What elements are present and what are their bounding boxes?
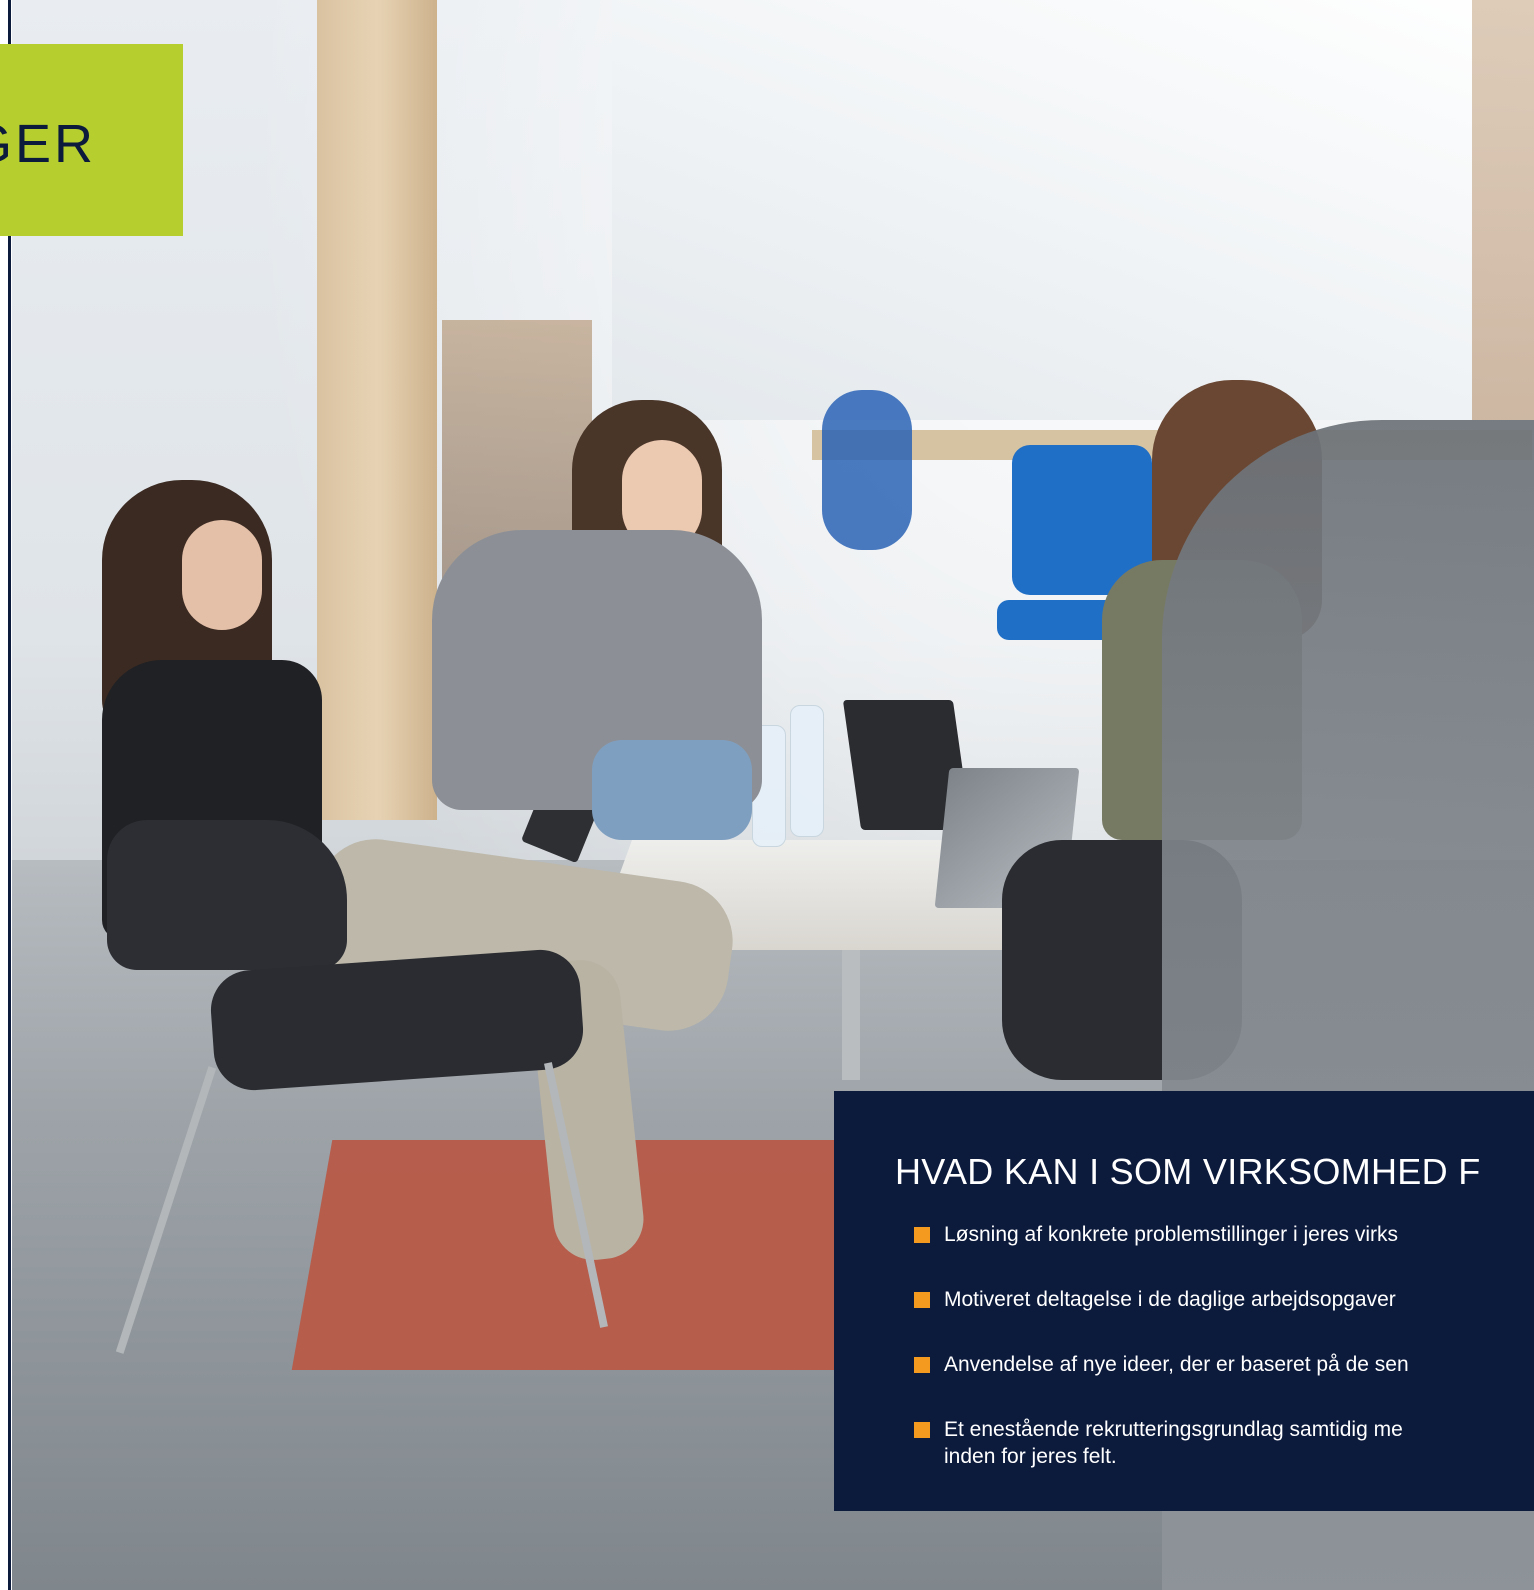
list-item-text: Motiveret deltagelse i de daglige arbejd…: [944, 1288, 1396, 1311]
water-bottle: [790, 705, 824, 837]
window-light: [612, 0, 1534, 420]
panel-title: HVAD KAN I SOM VIRKSOMHED F: [895, 1151, 1481, 1192]
orange-square-bullet-icon: [914, 1292, 930, 1308]
chair-left-back: [107, 820, 347, 970]
list-item: Anvendelse af nye ideer, der er baseret …: [914, 1351, 1409, 1378]
person-left-face: [182, 520, 262, 630]
list-item-text: Anvendelse af nye ideer, der er baseret …: [944, 1353, 1409, 1376]
page: GER HVAD KAN I SOM VIRKSOMHED F Løsning …: [0, 0, 1534, 1590]
list-item-text: Løsning af konkrete problemstillinger i …: [944, 1223, 1399, 1246]
list-item-text-continued: inden for jeres felt.: [944, 1445, 1117, 1468]
list-item-text: Et enestående rekrutteringsgrundlag samt…: [944, 1418, 1403, 1441]
benefits-panel: HVAD KAN I SOM VIRKSOMHED F Løsning af k…: [834, 1091, 1534, 1511]
list-item: Motiveret deltagelse i de daglige arbejd…: [914, 1286, 1409, 1313]
orange-square-bullet-icon: [914, 1227, 930, 1243]
section-label: GER: [0, 114, 97, 174]
list-item: Løsning af konkrete problemstillinger i …: [914, 1221, 1409, 1248]
left-border-rule: [8, 0, 11, 1590]
wooden-column: [317, 0, 437, 820]
orange-square-bullet-icon: [914, 1357, 930, 1373]
table-leg: [842, 950, 860, 1080]
list-item: Et enestående rekrutteringsgrundlag samt…: [914, 1416, 1409, 1470]
benefits-list: Løsning af konkrete problemstillinger i …: [914, 1221, 1409, 1508]
orange-square-bullet-icon: [914, 1422, 930, 1438]
blue-chair-seat: [997, 600, 1117, 640]
blue-chair-left: [822, 390, 912, 550]
person-center-jeans: [592, 740, 752, 840]
foreground-person-head: [1472, 0, 1534, 420]
